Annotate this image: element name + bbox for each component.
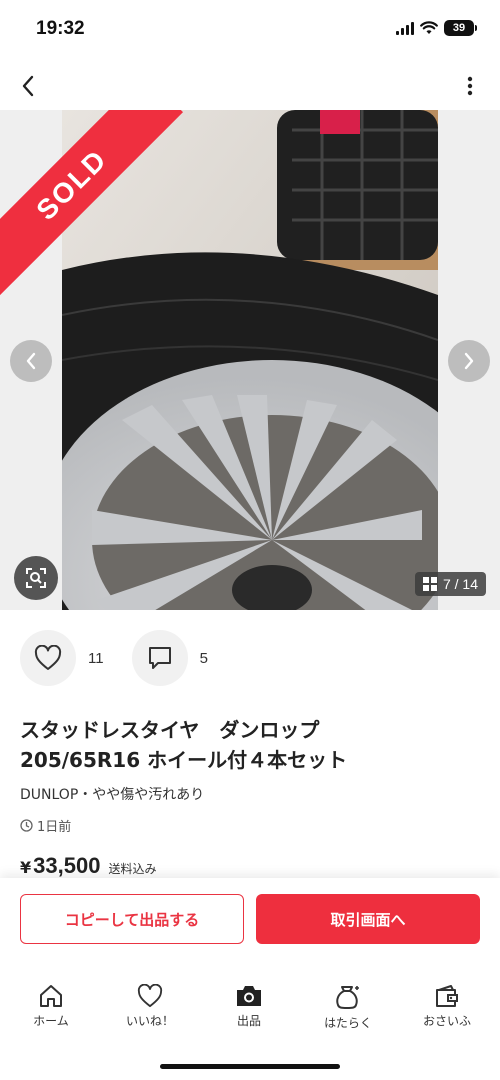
more-vertical-icon — [467, 76, 473, 96]
previous-image-button[interactable] — [10, 340, 52, 382]
battery-icon: 39 — [444, 20, 477, 36]
money-bag-icon — [336, 986, 359, 1009]
tab-sell-label: 出品 — [236, 1014, 261, 1028]
chevron-left-icon — [22, 75, 34, 97]
posted-time-text: 1日前 — [37, 820, 72, 835]
grid-icon — [422, 577, 437, 591]
heart-icon — [34, 645, 62, 670]
tab-work-label: はたらく — [324, 1016, 372, 1030]
tab-likes[interactable]: いいね！ — [100, 984, 200, 1029]
chevron-right-icon — [464, 352, 474, 370]
image-search-icon — [26, 568, 46, 588]
item-title: スタッドレスタイヤ ダンロップ 205/65R16 ホイール付４本セット — [20, 715, 480, 775]
like-button[interactable] — [20, 630, 76, 686]
next-image-button[interactable] — [448, 340, 490, 382]
sold-label: SOLD — [0, 110, 184, 297]
tab-wallet[interactable]: おさいふ — [397, 984, 497, 1029]
go-to-transaction-button[interactable]: 取引画面へ — [256, 894, 480, 944]
cta-bar: コピーして出品する 取引画面へ — [0, 878, 500, 960]
posted-time: 1日前 — [20, 816, 71, 835]
item-subtitle: DUNLOP・やや傷や汚れあり — [20, 787, 205, 803]
heart-icon — [137, 984, 163, 1008]
clock-icon — [20, 819, 33, 832]
signal-icon — [396, 21, 414, 35]
tab-home[interactable]: ホーム — [1, 984, 101, 1029]
shipping-note: 送料込み — [108, 862, 157, 876]
tab-likes-label: いいね！ — [125, 1014, 174, 1028]
item-price: ¥ 33,500 送料込み — [20, 853, 156, 879]
wallet-icon — [436, 985, 458, 1007]
wifi-icon — [420, 21, 438, 34]
item-title-line1: スタッドレスタイヤ ダンロップ — [20, 718, 320, 742]
home-icon — [40, 985, 62, 1007]
back-button[interactable] — [12, 70, 44, 102]
nav-bar — [0, 64, 500, 108]
camera-icon — [237, 986, 261, 1006]
price-amount: 33,500 — [33, 853, 101, 878]
price-currency: ¥ — [20, 858, 32, 877]
item-title-line2: 205/65R16 ホイール付４本セット — [20, 748, 348, 772]
home-indicator — [160, 1064, 340, 1069]
comment-button[interactable] — [131, 630, 188, 686]
image-counter[interactable]: 7 / 14 — [414, 572, 486, 596]
image-search-button[interactable] — [14, 556, 58, 600]
image-counter-text: 7 / 14 — [442, 576, 478, 592]
comment-count: 5 — [199, 649, 208, 667]
tab-sell[interactable]: 出品 — [199, 984, 299, 1029]
status-time: 19:32 — [36, 18, 85, 39]
sold-ribbon: SOLD — [0, 110, 200, 310]
status-icons: 39 — [396, 20, 477, 36]
bottom-tab-bar: ホーム いいね！ 出品 はたらく おさいふ — [0, 960, 500, 1080]
copy-listing-button[interactable]: コピーして出品する — [20, 894, 244, 944]
like-count: 11 — [88, 649, 104, 667]
image-gallery[interactable]: SOLD 7 / 14 — [0, 110, 500, 610]
more-options-button[interactable] — [458, 70, 482, 102]
tab-wallet-label: おさいふ — [422, 1014, 471, 1028]
tab-work[interactable]: はたらく — [298, 984, 398, 1031]
tab-home-label: ホーム — [33, 1014, 69, 1028]
chevron-left-icon — [26, 352, 36, 370]
item-actions: 11 5 — [20, 630, 236, 686]
status-bar: 19:32 39 — [0, 0, 500, 60]
comment-icon — [148, 647, 171, 669]
